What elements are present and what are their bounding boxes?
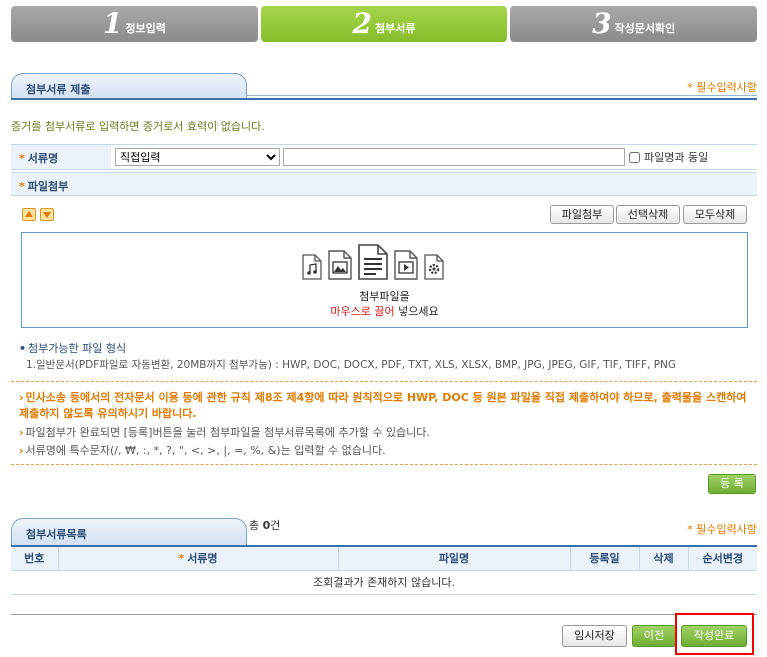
notice-divider-bottom [11, 464, 757, 465]
footer-divider [11, 614, 757, 615]
same-as-filename-text: 파일명과 동일 [644, 151, 709, 164]
dropzone-drag-text: 마우스로 끌어 [330, 305, 395, 318]
required-note-list: * 필수입력사항 [687, 523, 757, 536]
move-up-button[interactable] [22, 208, 36, 221]
chevron-right-icon: › [19, 426, 24, 439]
document-file-icon [358, 244, 388, 280]
step-2-number: 2 [352, 7, 372, 40]
same-as-filename-checkbox[interactable] [629, 151, 640, 163]
dropzone-text-line1: 첨부파일을 [359, 290, 410, 303]
required-star-icon: * [19, 152, 25, 165]
required-note: * 필수입력사항 [687, 81, 757, 94]
move-down-button[interactable] [40, 208, 54, 221]
delete-selected-button[interactable]: 선택삭제 [616, 205, 680, 224]
scan-warning-notice: › 민사소송 등에서의 전자문서 이용 등에 관한 규칙 제8조 제4항에 따라 … [19, 390, 754, 422]
step-3-label: 작성문서확인 [614, 22, 676, 35]
step-indicator: 1 정보입력 2 첨부서류 3 작성문서확인 [11, 6, 758, 42]
notice-divider-top [11, 381, 757, 382]
attachment-count: 총 0건 [249, 517, 280, 533]
doc-name-input[interactable] [283, 148, 625, 166]
step-2-active: 2 첨부서류 [260, 6, 508, 42]
doc-name-select[interactable]: 직접입력 [115, 148, 280, 166]
evidence-warning-text: 증거를 첨부서류로 입력하면 증거로서 효력이 없습니다. [11, 120, 265, 133]
special-char-text: 서류명에 특수문자(/, ₩, :, *, ?, ", <, >, |, =, … [25, 444, 386, 457]
step-3-number: 3 [592, 7, 612, 40]
doc-name-label-text: 서류명 [27, 152, 59, 165]
prev-button[interactable]: 이전 [632, 625, 676, 647]
chevron-right-icon: › [19, 391, 24, 404]
col-file-name: 파일명 [337, 545, 570, 571]
dropzone-drop-text: 넣으세요 [394, 305, 439, 318]
step-1: 1 정보입력 [11, 6, 258, 42]
step-2-label: 첨부서류 [375, 22, 416, 35]
delete-all-button[interactable]: 모두삭제 [683, 205, 747, 224]
image-file-icon [328, 250, 352, 280]
file-types-list: 1.일반문서(PDF파일로 자동변환, 20MB까지 첨부가능) : HWP, … [26, 359, 677, 371]
chevron-right-icon: › [19, 444, 24, 457]
col-delete: 삭제 [638, 545, 688, 571]
attach-file-button[interactable]: 파일첨부 [550, 205, 614, 224]
section-divider [11, 98, 757, 100]
col-number: 번호 [11, 545, 58, 571]
doc-name-row: * 서류명 직접입력 파일명과 동일 [11, 144, 757, 170]
count-suffix: 건 [270, 519, 281, 532]
doc-name-label: * 서류명 [11, 145, 111, 169]
step-1-number: 1 [102, 7, 123, 40]
empty-message: 조회결과가 존재하지 않습니다. [11, 570, 757, 595]
col-reorder: 순서변경 [687, 545, 757, 571]
file-type-icons [301, 244, 445, 280]
section-submit-title: 첨부서류 제출 [11, 73, 247, 99]
video-file-icon [394, 250, 418, 280]
file-types-title: • 첨부가능한 파일 형식 [19, 340, 126, 356]
step-1-label: 정보입력 [125, 22, 166, 35]
table-header-row: 번호 * 서류명 파일명 등록일 삭제 순서변경 [11, 545, 757, 571]
highlight-box [675, 613, 754, 655]
same-as-filename-checkbox-label[interactable]: 파일명과 동일 [629, 149, 708, 165]
section-thin-divider [247, 95, 757, 96]
file-types-title-text: 첨부가능한 파일 형식 [28, 342, 127, 355]
bullet-icon: • [19, 342, 27, 355]
col-reg-date: 등록일 [569, 545, 639, 571]
attachment-table: 번호 * 서류명 파일명 등록일 삭제 순서변경 조회결과가 존재하지 않습니다. [11, 545, 757, 595]
audio-file-icon [302, 254, 322, 280]
file-attach-label: * 파일첨부 [11, 173, 757, 195]
settings-file-icon [424, 254, 444, 280]
dropzone-text-line2: 마우스로 끌어 넣으세요 [22, 303, 747, 319]
file-attach-row: * 파일첨부 [11, 172, 757, 196]
required-star-icon: * [19, 180, 25, 193]
step-3: 3 작성문서확인 [510, 6, 758, 42]
register-button[interactable]: 등 록 [708, 474, 756, 494]
col-doc-name: * 서류명 [57, 545, 338, 571]
file-dropzone[interactable]: 첨부파일을 마우스로 끌어 넣으세요 [21, 232, 748, 328]
temp-save-button[interactable]: 임시저장 [562, 625, 627, 647]
special-char-notice: › 서류명에 특수문자(/, ₩, :, *, ?, ", <, >, |, =,… [19, 443, 754, 459]
required-star-icon: * [178, 552, 185, 566]
arrow-up-icon [25, 211, 33, 217]
table-row-empty: 조회결과가 존재하지 않습니다. [11, 570, 757, 595]
scan-warning-text: 민사소송 등에서의 전자문서 이용 등에 관한 규칙 제8조 제4항에 따라 원… [19, 391, 747, 420]
register-hint-text: 파일첨부가 완료되면 [등록]버튼을 눌러 첨부파일을 첨부서류목록에 추가할 … [25, 426, 430, 439]
count-prefix: 총 [249, 519, 263, 532]
arrow-down-icon [43, 212, 51, 218]
attachment-list-title: 첨부서류목록 [11, 518, 247, 545]
register-hint-notice: › 파일첨부가 완료되면 [등록]버튼을 눌러 첨부파일을 첨부서류목록에 추가할… [19, 425, 754, 441]
col-doc-name-text: 서류명 [187, 552, 218, 566]
file-attach-label-text: 파일첨부 [27, 180, 69, 193]
